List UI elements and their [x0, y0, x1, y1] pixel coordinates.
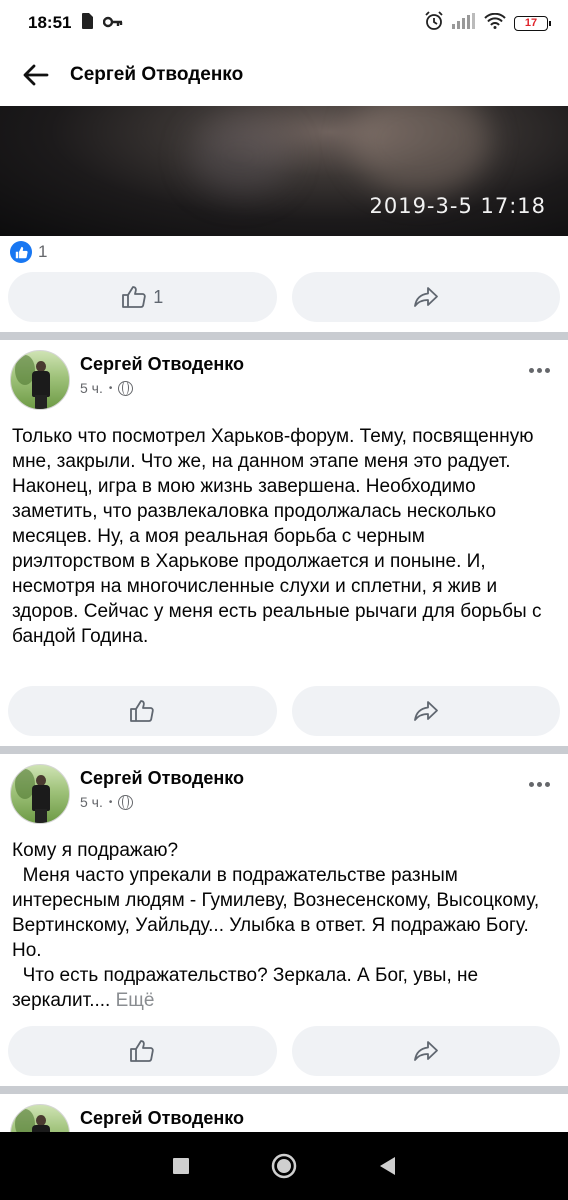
feed-separator	[0, 332, 568, 340]
video-timestamp: 2019-3-5 17:18	[369, 194, 546, 218]
status-bar: 18:51 17	[0, 0, 568, 46]
post-body: Только что посмотрел Харьков-форум. Тему…	[12, 426, 547, 647]
like-button[interactable]: 1	[8, 272, 277, 322]
thumbs-up-icon	[122, 286, 146, 308]
like-button[interactable]	[8, 686, 277, 736]
meta-separator: •	[108, 382, 113, 394]
post-author[interactable]: Сергей Отводенко	[80, 354, 244, 375]
back-button[interactable]	[367, 1146, 407, 1186]
wifi-icon	[484, 12, 506, 34]
share-icon	[413, 701, 438, 721]
share-button[interactable]	[291, 1026, 560, 1076]
thumbs-up-icon	[130, 700, 154, 722]
post-header: Сергей Отводенко 5 ч. •	[10, 764, 558, 828]
post-actions: 1	[8, 272, 560, 322]
post-body: Кому я подражаю? Меня часто упрекали в п…	[12, 838, 552, 1013]
triangle-back-icon	[379, 1157, 395, 1175]
post-time[interactable]: 5 ч.	[80, 380, 103, 396]
thumbs-up-icon	[130, 1040, 154, 1062]
system-navigation-bar	[0, 1132, 568, 1200]
reaction-summary[interactable]: 1	[10, 240, 47, 264]
post-meta: 5 ч. •	[80, 380, 134, 396]
like-button[interactable]	[8, 1026, 277, 1076]
reaction-count: 1	[38, 242, 48, 261]
avatar[interactable]	[10, 350, 70, 410]
like-count: 1	[153, 286, 164, 307]
meta-separator: •	[108, 796, 113, 808]
feed-separator	[0, 746, 568, 754]
see-more-link[interactable]: Ещё	[116, 990, 155, 1011]
more-options-button[interactable]	[525, 364, 554, 377]
home-button[interactable]	[264, 1146, 304, 1186]
feed-separator	[0, 1086, 568, 1094]
signal-icon	[452, 12, 476, 34]
post-author[interactable]: Сергей Отводенко	[80, 768, 244, 789]
more-options-button[interactable]	[525, 778, 554, 791]
post-time[interactable]: 5 ч.	[80, 794, 103, 810]
globe-icon	[118, 380, 134, 396]
post-author[interactable]: Сергей Отводенко	[80, 1108, 244, 1129]
status-time: 18:51	[28, 13, 72, 32]
square-icon	[173, 1158, 190, 1174]
like-reaction-icon	[10, 241, 32, 263]
alarm-icon	[424, 10, 444, 36]
post-header: Сергей Отводенко 5 ч. •	[10, 350, 558, 414]
avatar[interactable]	[10, 764, 70, 824]
post-meta: 5 ч. •	[80, 794, 134, 810]
recents-button[interactable]	[161, 1146, 201, 1186]
share-button[interactable]	[291, 272, 560, 322]
video-player[interactable]: 2019-3-5 17:18	[0, 106, 568, 236]
back-arrow-icon[interactable]	[20, 59, 52, 91]
sim-card-icon	[81, 12, 94, 34]
circle-icon	[271, 1153, 297, 1179]
post-text: Кому я подражаю? Меня часто упрекали в п…	[12, 840, 540, 1011]
key-icon	[103, 13, 123, 33]
battery-icon: 17	[514, 15, 551, 31]
share-icon	[413, 1041, 438, 1061]
share-icon	[413, 287, 438, 307]
post-actions	[8, 1026, 560, 1076]
globe-icon	[118, 794, 134, 810]
post-actions	[8, 686, 560, 736]
app-header: Сергей Отводенко	[0, 46, 568, 104]
page-title: Сергей Отводенко	[70, 64, 244, 85]
share-button[interactable]	[291, 686, 560, 736]
